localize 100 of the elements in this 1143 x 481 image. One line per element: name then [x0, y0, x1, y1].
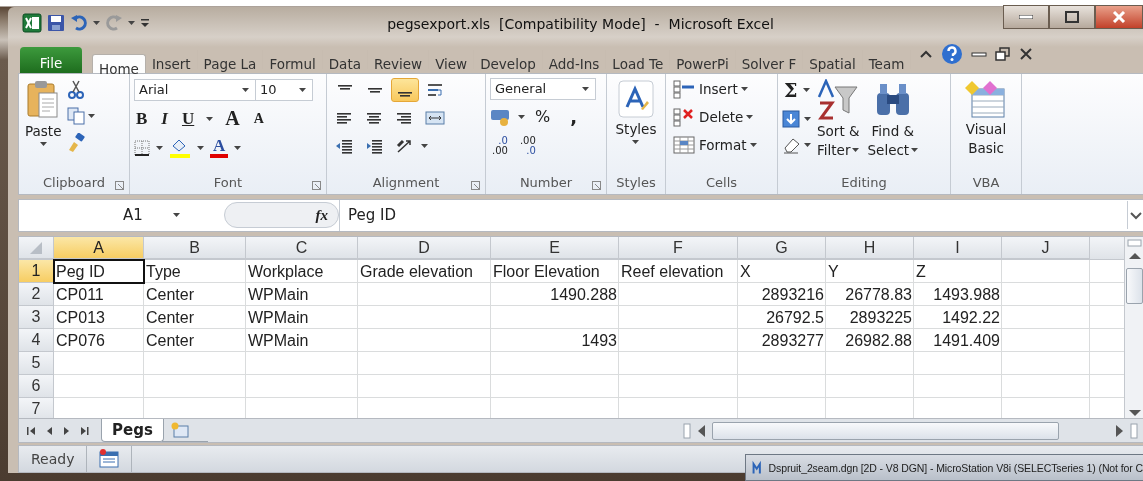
split-handle-icon[interactable] — [683, 422, 691, 439]
scroll-left-icon[interactable] — [697, 423, 706, 438]
row-header[interactable]: 4 — [19, 329, 54, 353]
column-header[interactable]: A — [54, 237, 144, 260]
previous-sheet-icon[interactable] — [46, 425, 53, 436]
ribbon-tab[interactable]: Home — [92, 53, 146, 73]
column-header[interactable]: F — [619, 237, 738, 260]
scroll-right-icon[interactable] — [1115, 423, 1124, 438]
visual-basic-button[interactable]: Visual Basic — [962, 77, 1010, 172]
table-cell: 1493 — [581, 331, 617, 350]
dialog-launcher-icon[interactable] — [115, 180, 125, 191]
save-icon[interactable] — [47, 14, 65, 33]
ribbon-tab[interactable]: Data — [322, 49, 368, 69]
next-sheet-icon[interactable] — [63, 425, 70, 436]
row-header[interactable]: 1 — [19, 260, 54, 284]
record-macro-icon[interactable] — [99, 449, 120, 470]
taskbar-window-button[interactable]: Dspruit_2seam.dgn [2D - V8 DGN] - MicroStation V8i (SELECTseries 1) (Not for C — [745, 454, 1143, 481]
split-handle-icon[interactable] — [1130, 422, 1138, 439]
font-size-field[interactable]: 10 — [255, 78, 313, 101]
help-icon[interactable] — [941, 42, 964, 65]
table-cell: 26792.5 — [766, 308, 824, 327]
ribbon-tab[interactable]: Solver F — [735, 49, 804, 69]
excel-icon[interactable] — [22, 13, 42, 34]
dialog-launcher-icon[interactable] — [592, 180, 602, 191]
fill-down-icon[interactable] — [782, 109, 800, 128]
close-button[interactable] — [1095, 5, 1143, 29]
name-box[interactable]: A1 — [123, 206, 143, 225]
column-header[interactable]: C — [246, 237, 358, 260]
ribbon-tab[interactable]: View — [429, 49, 475, 69]
row-header[interactable]: 2 — [19, 283, 54, 307]
ribbon-tab[interactable]: Insert — [145, 49, 198, 69]
ribbon-tab[interactable]: Team — [862, 49, 912, 69]
align-bottom-icon[interactable] — [391, 77, 419, 102]
table-cell: 1491.409 — [933, 331, 1000, 350]
table-cell: 1493.988 — [933, 285, 1000, 304]
column-header[interactable]: G — [738, 237, 826, 260]
ribbon-tab[interactable]: File — [20, 46, 82, 73]
undo-icon[interactable] — [70, 14, 88, 33]
close-workbook-icon[interactable] — [1019, 46, 1034, 61]
sheet-tab[interactable]: Pegs — [101, 418, 164, 442]
scroll-thumb[interactable] — [712, 421, 1059, 440]
column-header[interactable]: H — [826, 237, 914, 260]
paste-button[interactable]: Paste — [23, 77, 64, 172]
ribbon-tab[interactable]: PowerPi — [670, 49, 736, 69]
expand-icon[interactable] — [1130, 210, 1142, 220]
dialog-launcher-icon[interactable] — [312, 180, 322, 191]
scroll-thumb[interactable] — [1126, 268, 1143, 305]
restore-workbook-icon[interactable] — [995, 46, 1012, 61]
percent-button[interactable]: % — [533, 106, 553, 128]
font-color-caret-icon — [234, 145, 242, 150]
font-color-button[interactable]: A — [210, 137, 229, 158]
active-cell[interactable]: Peg ID — [54, 260, 144, 284]
column-header[interactable]: E — [491, 237, 619, 260]
ribbon-tab[interactable]: Review — [367, 49, 430, 69]
column-header[interactable]: B — [144, 237, 246, 260]
table-cell: Center — [146, 331, 195, 350]
first-sheet-icon[interactable] — [27, 425, 36, 436]
table-cell: X — [740, 262, 751, 281]
table-cell: 2893216 — [761, 285, 824, 304]
row-header[interactable]: 6 — [19, 375, 54, 399]
maximize-button[interactable] — [1049, 5, 1095, 29]
underline-button[interactable]: U — [179, 107, 197, 130]
ribbon-tab[interactable]: Load Te — [606, 49, 671, 69]
minimize-button[interactable] — [1003, 5, 1049, 29]
cut-icon[interactable] — [67, 79, 86, 99]
find-select-button[interactable]: Find & Select — [865, 77, 921, 172]
cells-button[interactable]: Delete — [670, 105, 773, 128]
shrink-font-button[interactable]: A — [251, 109, 266, 128]
sort-filter-button[interactable]: Sort & Filter — [815, 77, 862, 172]
styles-button[interactable]: Styles — [613, 77, 659, 172]
copy-icon[interactable] — [67, 106, 86, 125]
dialog-launcher-icon[interactable] — [471, 180, 481, 191]
last-sheet-icon[interactable] — [80, 425, 89, 436]
orientation-caret-icon — [421, 143, 428, 148]
number-format-field[interactable]: General — [490, 77, 596, 100]
font-name-field[interactable]: Arial — [134, 78, 256, 101]
bold-button[interactable]: B — [134, 107, 150, 130]
row-header[interactable]: 3 — [19, 306, 54, 330]
decrease-decimal-button[interactable]: .00 .0 — [517, 134, 538, 157]
ribbon-tab[interactable]: Formul — [263, 49, 323, 69]
column-header[interactable]: D — [358, 237, 491, 260]
italic-button[interactable]: I — [159, 107, 170, 130]
borders-icon[interactable] — [134, 139, 150, 156]
split-handle-icon[interactable] — [1127, 239, 1142, 248]
formula-field[interactable]: Peg ID — [348, 206, 396, 225]
column-header[interactable]: I — [914, 237, 1002, 260]
table-cell: 2893225 — [849, 308, 912, 327]
cells-button[interactable]: Insert — [670, 77, 773, 100]
grow-font-button[interactable]: A — [223, 106, 242, 132]
row-header[interactable]: 5 — [19, 352, 54, 376]
comma-button[interactable]: , — [560, 106, 588, 128]
row-header[interactable]: 7 — [19, 398, 54, 418]
column-header[interactable]: J — [1002, 237, 1090, 260]
scroll-up-icon[interactable] — [1127, 251, 1142, 261]
fill-color-icon[interactable] — [169, 137, 191, 158]
ribbon-tab[interactable]: Add-Ins — [542, 49, 607, 69]
autosum-button[interactable]: Σ — [782, 77, 800, 102]
insert-function-button[interactable]: fx — [224, 202, 339, 229]
increase-decimal-button[interactable]: .0 .00 — [490, 134, 510, 157]
cells-button[interactable]: Format — [670, 133, 773, 156]
